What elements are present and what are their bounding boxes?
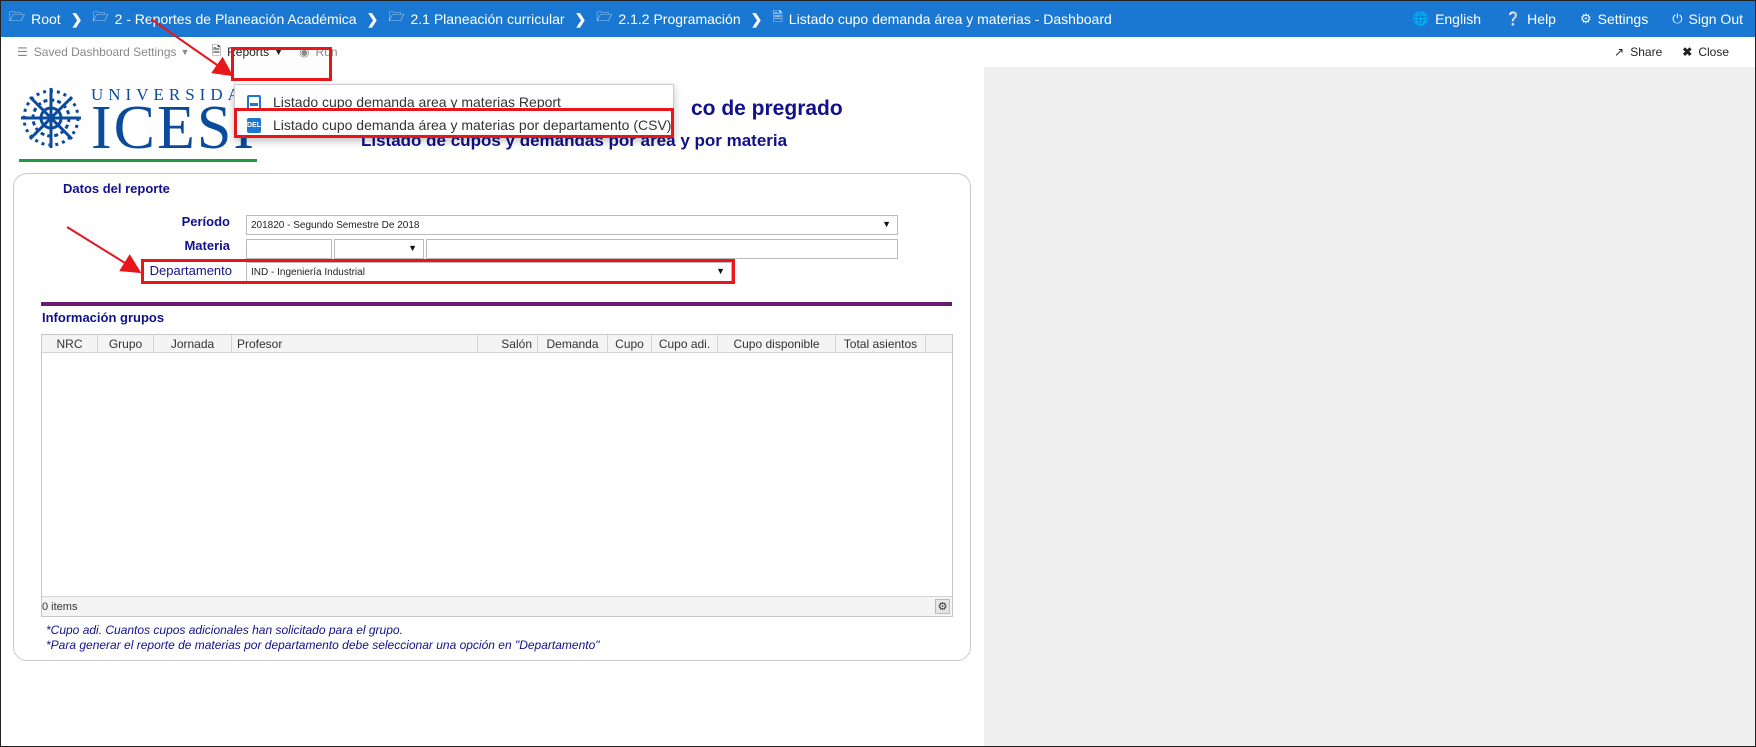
settings-label: Settings <box>1597 11 1649 27</box>
settings-button[interactable]: ⚙ Settings <box>1568 1 1660 37</box>
chevron-right-icon: ❯ <box>366 10 379 27</box>
university-seal-icon <box>21 88 81 148</box>
dashboard-empty-area <box>984 67 1755 746</box>
file-icon: 🗎 <box>211 43 222 58</box>
help-label: Help <box>1527 11 1556 27</box>
periodo-label: Período <box>181 214 230 229</box>
folder-open-icon: 🗁 <box>9 9 26 24</box>
col-grupo[interactable]: Grupo <box>98 335 154 353</box>
materia-label: Materia <box>184 238 230 253</box>
chevron-down-icon: ▼ <box>180 47 190 57</box>
grid-footer: 0 items ⚙ <box>42 596 952 616</box>
items-count: 0 items <box>42 600 78 613</box>
grupos-grid[interactable]: NRC Grupo Jornada Profesor Salón Demanda… <box>41 334 953 617</box>
dropdown-arrow-icon: ▼ <box>408 243 417 253</box>
gear-icon: ⚙ <box>1579 11 1592 26</box>
breadcrumb-root[interactable]: Root <box>31 11 61 27</box>
share-button[interactable]: ↗ Share <box>1604 45 1672 59</box>
english-label: English <box>1435 11 1481 27</box>
breadcrumb-programacion[interactable]: 2.1.2 Programación <box>618 11 740 27</box>
toolbar-right: ↗ Share ✖ Close <box>1604 45 1739 59</box>
help-button[interactable]: ❔ Help <box>1493 1 1568 37</box>
col-jornada[interactable]: Jornada <box>154 335 232 353</box>
breadcrumb-dashboard: Listado cupo demanda área y materias - D… <box>788 11 1112 27</box>
sign-out-label: Sign Out <box>1688 11 1743 27</box>
dropdown-arrow-icon: ▼ <box>882 219 891 229</box>
materia-name-input[interactable] <box>426 239 898 259</box>
folder-open-icon: 🗁 <box>596 9 613 24</box>
share-label: Share <box>1630 45 1663 59</box>
section-divider <box>41 302 952 306</box>
chevron-right-icon: ❯ <box>70 10 83 27</box>
file-icon: 🗎 <box>772 9 783 24</box>
question-circle-icon: ❔ <box>1504 11 1522 26</box>
materia-select[interactable]: ▼ <box>334 239 424 259</box>
note-cupo-adi: *Cupo adi. Cuantos cupos adicionales han… <box>46 623 403 637</box>
report-data-title: Datos del reporte <box>63 181 170 196</box>
highlight-csv-menu-item <box>234 108 674 138</box>
top-navbar: 🗁 Root ❯ 🗁 2 - Reportes de Planeación Ac… <box>1 1 1755 37</box>
close-button[interactable]: ✖ Close <box>1672 45 1739 59</box>
col-cupo[interactable]: Cupo <box>608 335 652 353</box>
periodo-select[interactable]: 201820 - Segundo Semestre De 2018 ▼ <box>246 215 898 235</box>
saved-settings-label: Saved Dashboard Settings <box>33 45 177 59</box>
saved-settings-button[interactable]: ☰ Saved Dashboard Settings ▼ <box>1 45 197 59</box>
chevron-right-icon: ❯ <box>574 10 587 27</box>
breadcrumb-planeacion[interactable]: 2.1 Planeación curricular <box>410 11 564 27</box>
list-icon: ☰ <box>17 45 28 59</box>
highlight-departamento <box>141 259 735 284</box>
col-cupo-disponible[interactable]: Cupo disponible <box>718 335 836 353</box>
grupos-title: Información grupos <box>42 310 165 325</box>
globe-icon: 🌐 <box>1412 11 1430 26</box>
col-total-asientos[interactable]: Total asientos <box>836 335 926 353</box>
app-window: 🗁 Root ❯ 🗁 2 - Reportes de Planeación Ac… <box>0 0 1756 747</box>
share-icon: ↗ <box>1614 45 1625 59</box>
gear-icon[interactable]: ⚙ <box>935 599 950 614</box>
grid-header: NRC Grupo Jornada Profesor Salón Demanda… <box>42 335 952 353</box>
folder-open-icon: 🗁 <box>92 9 109 24</box>
note-departamento: *Para generar el reporte de materias por… <box>46 638 600 652</box>
power-icon: ⏻ <box>1672 11 1683 26</box>
page-title: co de pregrado <box>691 97 843 120</box>
highlight-reports-button <box>231 47 332 81</box>
breadcrumb-reportes[interactable]: 2 - Reportes de Planeación Académica <box>115 11 357 27</box>
icesi-logo: UNIVERSIDAD ICESI <box>19 83 259 163</box>
periodo-value: 201820 - Segundo Semestre De 2018 <box>251 219 420 231</box>
sign-out-button[interactable]: ⏻ Sign Out <box>1660 1 1755 37</box>
close-label: Close <box>1698 45 1729 59</box>
col-nrc[interactable]: NRC <box>42 335 98 353</box>
col-demanda[interactable]: Demanda <box>538 335 608 353</box>
close-icon: ✖ <box>1682 45 1693 59</box>
breadcrumb: 🗁 Root ❯ 🗁 2 - Reportes de Planeación Ac… <box>1 8 1112 30</box>
folder-open-icon: 🗁 <box>388 9 405 24</box>
col-profesor[interactable]: Profesor <box>232 335 478 353</box>
logo-icesi: ICESI <box>91 94 256 162</box>
chevron-right-icon: ❯ <box>750 10 763 27</box>
english-button[interactable]: 🌐 English <box>1401 1 1493 37</box>
top-nav-actions: 🌐 English ❔ Help ⚙ Settings ⏻ Sign Out <box>1401 1 1755 37</box>
col-salon[interactable]: Salón <box>478 335 538 353</box>
materia-code-input[interactable] <box>246 239 332 259</box>
logo-underline <box>19 159 257 162</box>
col-cupo-adi[interactable]: Cupo adi. <box>652 335 718 353</box>
